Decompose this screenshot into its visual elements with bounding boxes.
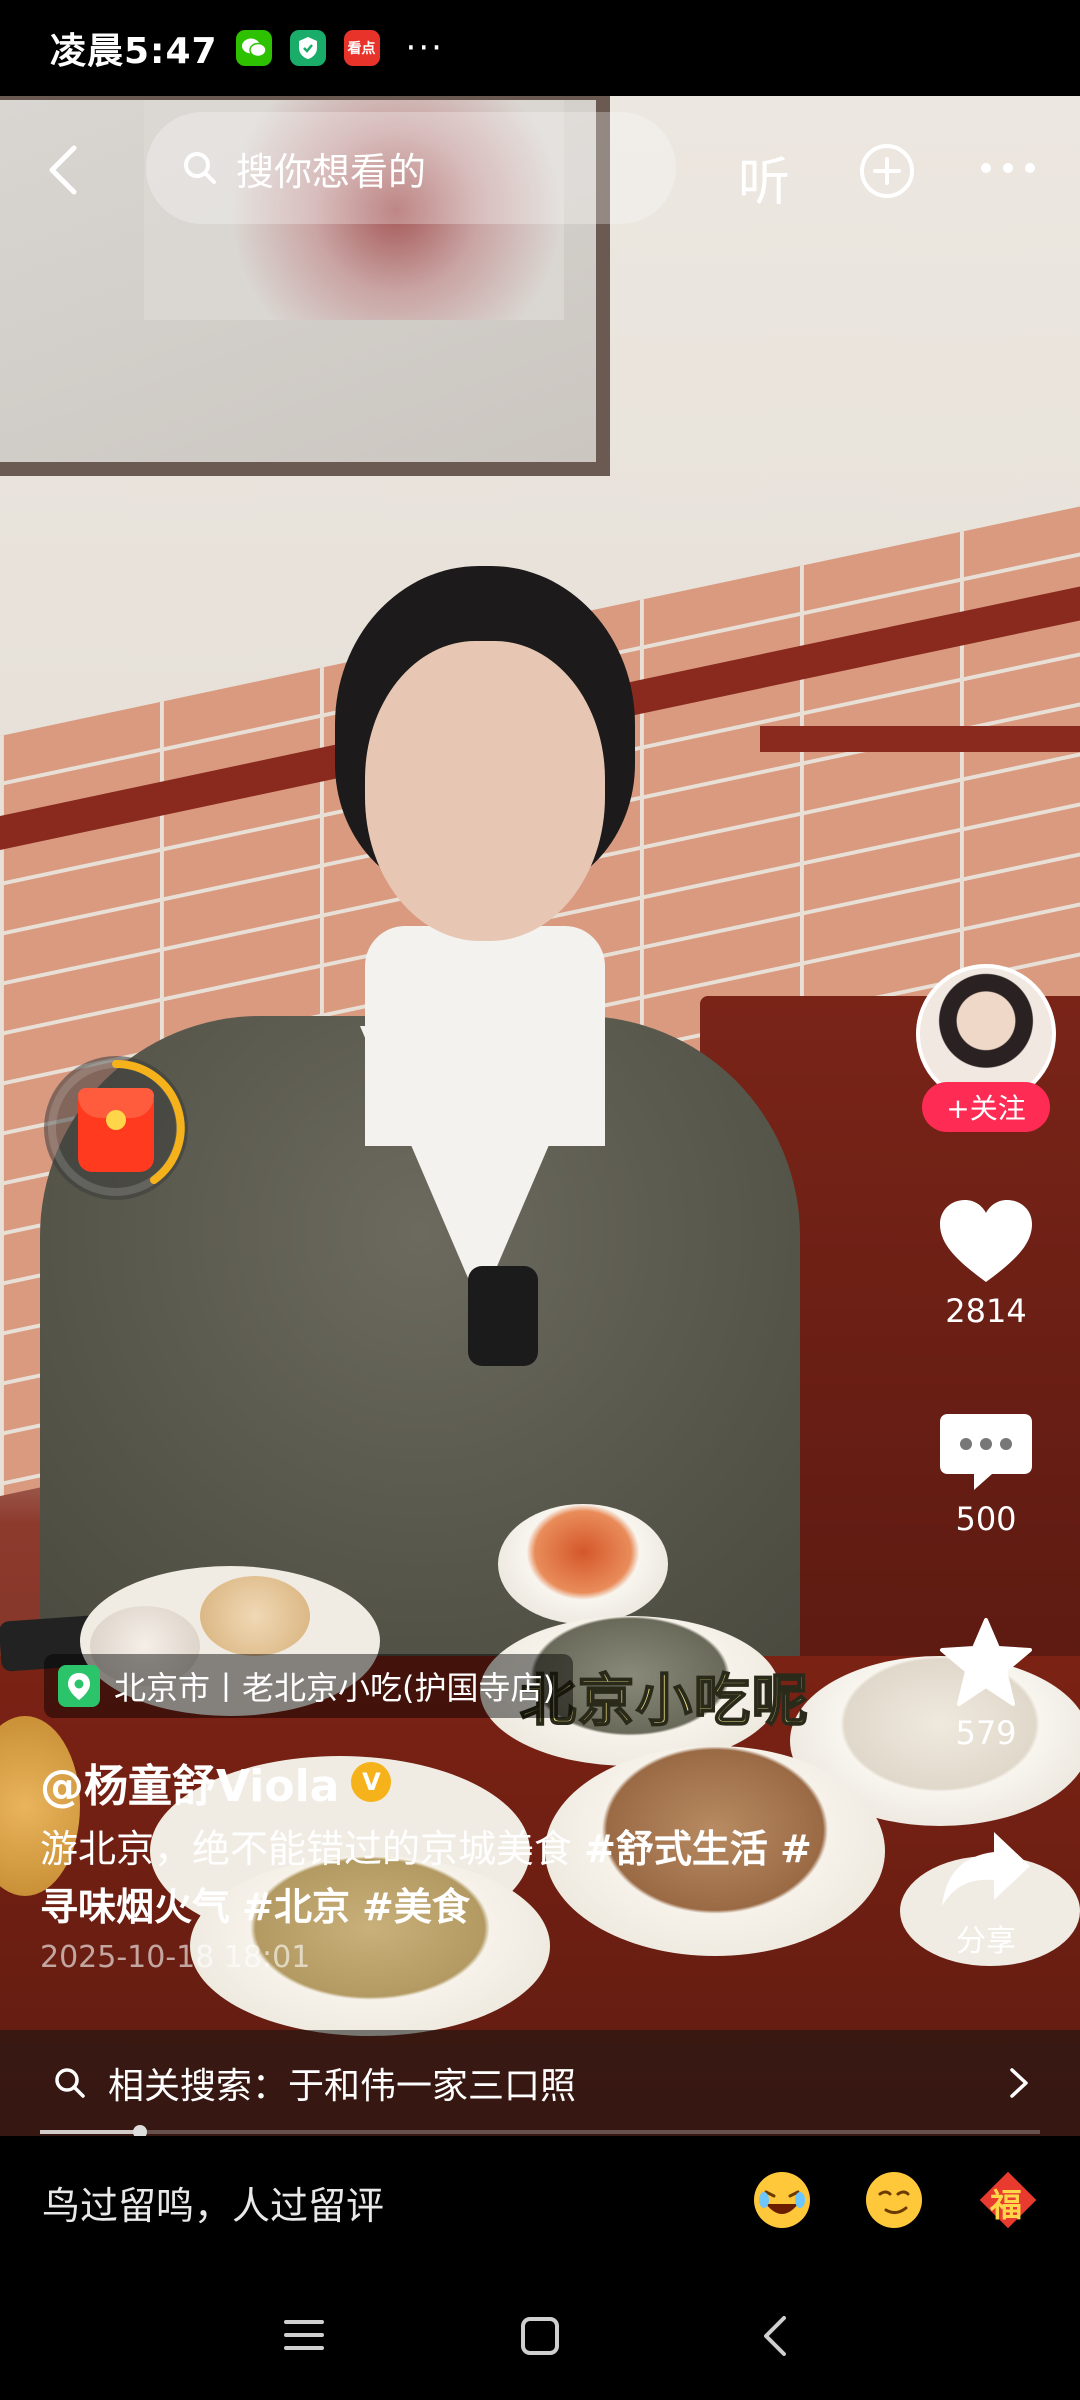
favorite-count: 579 <box>955 1714 1017 1752</box>
more-button[interactable] <box>978 158 1038 178</box>
search-input[interactable]: 搜你想看的 <box>146 112 676 224</box>
wechat-icon <box>235 30 272 66</box>
status-bar: 凌晨5:47 看点 ··· <box>0 0 1080 96</box>
comment-placeholder: 鸟过留鸣，人过留评 <box>42 2183 385 2228</box>
news-app-label: 看点 <box>347 41 376 57</box>
search-icon <box>55 2068 85 2098</box>
top-bar: 搜你想看的 听 <box>0 110 1080 230</box>
person-face <box>365 641 605 941</box>
listen-button[interactable]: 听 <box>738 140 790 215</box>
video-progress-bar[interactable] <box>40 2125 1040 2139</box>
more-notifications-icon: ··· <box>405 28 444 68</box>
progress-fill <box>40 2130 140 2134</box>
description-text: 游北京，绝不能错过的京城美食 <box>40 1827 585 1871</box>
status-time: 凌晨5:47 <box>50 31 218 72</box>
more-dots-icon <box>981 163 1035 173</box>
location-text: 北京市丨老北京小吃(护国寺店) <box>114 1669 555 1707</box>
post-description: 游北京，绝不能错过的京城美食 #舒式生活 #寻味烟火气 #北京 #美食 <box>40 1820 820 1936</box>
plus-circle-icon <box>860 144 914 198</box>
smirk-emoji-icon[interactable] <box>864 2170 924 2230</box>
heart-icon <box>940 1200 1032 1282</box>
shield-icon <box>289 30 326 66</box>
hashtag[interactable]: #美食 <box>362 1885 470 1929</box>
author-name[interactable]: @杨童舒Viola V <box>40 1750 392 1814</box>
lapel-mic <box>468 1266 538 1366</box>
fu-character: 福 <box>990 2186 1023 2224</box>
share-label: 分享 <box>956 1924 1016 1959</box>
share-arrow-icon <box>942 1832 1030 1906</box>
red-envelope-widget[interactable] <box>44 1056 188 1200</box>
related-search-bar[interactable]: 相关搜索：于和伟一家三口照 <box>0 2030 1080 2136</box>
author-handle: @杨童舒Viola <box>40 1761 340 1812</box>
chevron-right-icon <box>1010 2068 1028 2098</box>
like-count: 2814 <box>945 1292 1027 1330</box>
red-envelope-icon <box>78 1088 154 1172</box>
menu-icon[interactable] <box>284 2318 324 2352</box>
back-arrow-icon <box>49 145 77 195</box>
bowl <box>498 1504 668 1624</box>
post-date: 2025-10-18 18:01 <box>40 1940 311 1975</box>
follow-button[interactable]: +关注 <box>922 1082 1050 1132</box>
pastry <box>200 1576 310 1656</box>
news-app-icon: 看点 <box>343 30 380 66</box>
like-button[interactable]: 2814 <box>916 1196 1056 1330</box>
back-button[interactable] <box>40 140 90 200</box>
home-icon[interactable] <box>520 2316 560 2356</box>
add-button[interactable] <box>858 142 916 200</box>
comment-count: 500 <box>955 1500 1017 1538</box>
star-icon <box>940 1618 1032 1706</box>
system-nav-bar <box>0 2268 1080 2400</box>
comment-button[interactable]: 500 <box>916 1410 1056 1538</box>
verified-badge-icon: V <box>351 1762 392 1802</box>
fu-sticker-icon[interactable]: 福 <box>978 2170 1038 2230</box>
hashtag[interactable]: #舒式生活 <box>584 1827 768 1871</box>
favorite-button[interactable]: 579 <box>916 1616 1056 1752</box>
hashtag[interactable]: #北京 <box>242 1885 350 1929</box>
laughing-emoji-icon[interactable] <box>752 2170 812 2230</box>
related-search-text: 相关搜索：于和伟一家三口照 <box>108 2066 577 2107</box>
back-icon[interactable] <box>760 2314 790 2358</box>
search-icon <box>184 152 216 184</box>
location-tag[interactable]: 北京市丨老北京小吃(护国寺店) <box>44 1654 573 1718</box>
search-placeholder: 搜你想看的 <box>236 149 427 194</box>
share-button[interactable]: 分享 <box>916 1828 1056 1960</box>
comment-bubble-icon <box>940 1414 1032 1490</box>
location-pin-icon <box>58 1665 100 1707</box>
